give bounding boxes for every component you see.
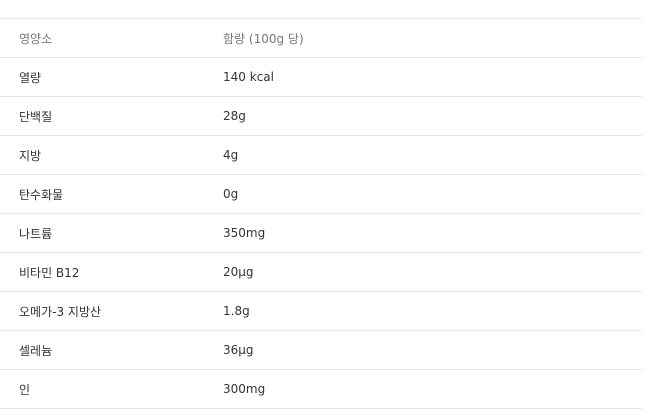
header-amount: 함량 (100g 당) <box>223 31 304 46</box>
header-nutrient: 영양소 <box>19 31 53 46</box>
table-row: 나트륨 350mg <box>0 214 642 253</box>
nutrient-name: 탄수화물 <box>19 187 64 202</box>
nutrient-amount: 4g <box>223 148 239 162</box>
nutrition-table: 영양소 함량 (100g 당) 열량 140 kcal 단백질 28g 지방 4… <box>0 18 642 409</box>
table-row: 탄수화물 0g <box>0 175 642 214</box>
nutrient-amount: 300mg <box>223 382 266 396</box>
table-row: 오메가-3 지방산 1.8g <box>0 292 642 331</box>
table-header-row: 영양소 함량 (100g 당) <box>0 19 642 58</box>
nutrient-name: 열량 <box>19 70 42 85</box>
table-row: 열량 140 kcal <box>0 58 642 97</box>
table-row: 셀레늄 36μg <box>0 331 642 370</box>
nutrient-amount: 140 kcal <box>223 70 274 84</box>
nutrient-amount: 28g <box>223 109 246 123</box>
nutrient-name: 인 <box>19 382 31 397</box>
nutrient-name: 지방 <box>19 148 42 163</box>
nutrient-name: 나트륨 <box>19 226 53 241</box>
nutrient-amount: 36μg <box>223 343 254 357</box>
table-row: 인 300mg <box>0 370 642 409</box>
nutrient-name: 단백질 <box>19 109 53 124</box>
nutrient-amount: 20μg <box>223 265 254 279</box>
table-row: 비타민 B12 20μg <box>0 253 642 292</box>
table-row: 지방 4g <box>0 136 642 175</box>
nutrient-amount: 350mg <box>223 226 266 240</box>
nutrient-name: 셀레늄 <box>19 343 53 358</box>
table-row: 단백질 28g <box>0 97 642 136</box>
nutrient-amount: 0g <box>223 187 239 201</box>
nutrient-name: 비타민 B12 <box>19 265 80 280</box>
nutrient-amount: 1.8g <box>223 304 250 318</box>
nutrient-name: 오메가-3 지방산 <box>19 304 102 319</box>
